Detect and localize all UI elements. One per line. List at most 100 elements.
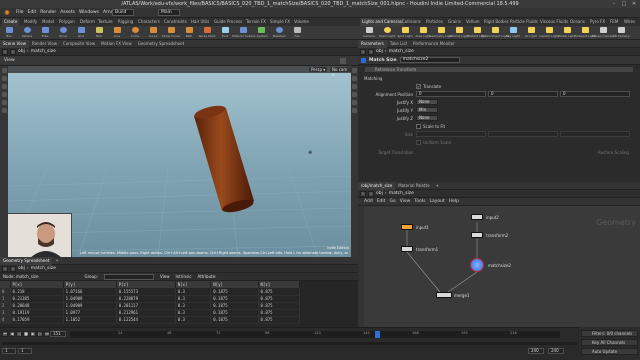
add-tab-icon[interactable]: + xyxy=(52,257,61,265)
justify-x-select[interactable]: None xyxy=(416,99,438,105)
tab-geometry-spreadsheet[interactable]: Geometry Spreadsheet xyxy=(135,40,187,48)
viewport-options-icon[interactable] xyxy=(340,58,346,64)
view-tool-icon[interactable] xyxy=(1,108,7,113)
tool-file[interactable]: File xyxy=(290,26,304,40)
key-all-button[interactable]: Key All Channels xyxy=(581,339,638,346)
tool-curve[interactable]: Curve xyxy=(146,26,160,40)
play-icon[interactable]: ▶ xyxy=(30,331,36,337)
col-index[interactable] xyxy=(0,281,11,288)
back-icon-4[interactable]: ‹ xyxy=(360,190,366,197)
tab-motion-fx-view[interactable]: Motion FX View xyxy=(98,40,135,48)
path-match-size-4[interactable]: match_size xyxy=(389,191,414,196)
tool-area-light[interactable]: Area Light xyxy=(415,26,431,40)
scale-tool-icon[interactable] xyxy=(1,92,7,97)
back-icon[interactable]: ‹ xyxy=(2,48,8,55)
table-row[interactable]: 3 0.19119 1.0977 0.212961 0.3 0.1875 0.8… xyxy=(0,309,301,317)
path-obj-3[interactable]: obj xyxy=(376,49,383,54)
tab-network-path[interactable]: /obj/match_size xyxy=(358,181,396,190)
tool-metaball[interactable]: Metaball xyxy=(272,26,286,40)
tab-scene-view[interactable]: Scene View xyxy=(0,39,29,48)
tool-line[interactable]: Line xyxy=(110,26,124,40)
shelf-tab-hair-utils[interactable]: Hair Utils xyxy=(189,18,211,26)
jump-start-icon[interactable]: ⏮ xyxy=(2,331,8,337)
scale-to-fit-checkbox[interactable] xyxy=(416,123,421,129)
shelf-tab-deform[interactable]: Deform xyxy=(78,18,97,26)
group-field[interactable] xyxy=(104,273,154,280)
tool-ambient-light[interactable]: Ambient Light xyxy=(574,26,596,40)
table-row[interactable]: 4 0.17059 1.1052 0.122544 0.3 0.1875 0.8… xyxy=(0,316,301,324)
tab-performance-monitor[interactable]: Performance Monitor xyxy=(410,40,458,48)
justify-z-select[interactable]: None xyxy=(416,115,438,121)
tab-geometry-spreadsheet-2[interactable]: Geometry Spreadsheet xyxy=(0,256,53,265)
shelf-tab-vellum[interactable]: Vellum xyxy=(464,18,482,26)
node-input2[interactable] xyxy=(471,214,483,220)
tool-spot-light[interactable]: Spot Light xyxy=(397,26,413,40)
minimize-icon[interactable]: – xyxy=(610,1,618,7)
shading-icon[interactable] xyxy=(352,92,357,97)
table-row[interactable]: 2 0.20648 1.04909 0.201117 0.3 0.1875 0.… xyxy=(0,302,301,310)
shelf-tab-constraints[interactable]: Constraints xyxy=(162,18,189,26)
tool-null[interactable]: Null xyxy=(92,26,106,40)
network-editor[interactable]: Geometry input1 transform1 transform2 in… xyxy=(364,206,640,327)
path-obj-2[interactable]: obj xyxy=(18,266,25,271)
path-match-size-2[interactable]: match_size xyxy=(31,266,56,271)
tab-parameters[interactable]: Parameters xyxy=(358,39,387,48)
frame-ruler[interactable]: 24 48 72 96 120 144 168 192 216 xyxy=(70,331,560,338)
tool-stereo-camera[interactable]: Stereo Camera xyxy=(592,26,614,40)
translate-checkbox[interactable]: ✓ xyxy=(416,83,421,89)
node-transform2[interactable] xyxy=(471,232,483,238)
align-z-field[interactable]: 0 xyxy=(560,91,630,97)
auto-update-button[interactable]: Auto Update xyxy=(581,348,638,355)
snap-icon[interactable] xyxy=(352,68,357,73)
shelf-tab-pyro-fx[interactable]: Pyro FX xyxy=(588,18,607,26)
back-icon-3[interactable]: ‹ xyxy=(360,48,366,55)
3d-viewport[interactable]: ✥ Persp ▾ No cam ▾ Left mouse tumbles. M… xyxy=(8,66,351,257)
playhead[interactable] xyxy=(375,331,380,338)
back-icon-2[interactable]: ‹ xyxy=(2,265,8,272)
justify-y-select[interactable]: Min xyxy=(416,107,438,113)
shelf-tab-viscous-fluids[interactable]: Viscous Fluids xyxy=(538,18,570,26)
shelf-tab-model[interactable]: Model xyxy=(40,18,56,26)
tool-lsystem[interactable]: L-System xyxy=(254,26,268,40)
path-obj-4[interactable]: obj xyxy=(376,191,383,196)
stop-icon[interactable]: ■ xyxy=(23,331,29,337)
tool-path[interactable]: Path xyxy=(182,26,196,40)
net-menu-help[interactable]: Help xyxy=(449,199,459,204)
net-menu-tools[interactable]: Tools xyxy=(414,199,425,204)
scene-select[interactable]: Main xyxy=(158,9,180,16)
menu-render[interactable]: Render xyxy=(38,10,58,15)
net-menu-view[interactable]: View xyxy=(400,199,411,204)
forward-icon-3[interactable]: › xyxy=(368,48,374,55)
tool-box[interactable]: Box xyxy=(2,26,16,40)
net-menu-add[interactable]: Add xyxy=(364,199,373,204)
camera-menu[interactable]: No cam ▾ xyxy=(330,67,351,77)
shelf-tab-create[interactable]: Create xyxy=(2,18,20,26)
tool-volume-light[interactable]: Volume Light xyxy=(449,26,469,40)
path-match-size[interactable]: match_size xyxy=(31,49,56,54)
node-input1[interactable] xyxy=(401,224,413,230)
play-reverse-icon[interactable]: ◁ xyxy=(16,331,22,337)
net-menu-layout[interactable]: Layout xyxy=(429,199,444,204)
tab-material-palette[interactable]: Material Palette xyxy=(395,182,432,190)
col-nz[interactable]: N[z] xyxy=(258,281,301,288)
persp-menu[interactable]: Persp ▾ xyxy=(309,67,328,72)
net-menu-go[interactable]: Go xyxy=(389,199,395,204)
forward-icon-2[interactable]: › xyxy=(10,265,16,272)
add-network-tab-icon[interactable]: + xyxy=(433,182,442,190)
uniform-scale-checkbox[interactable] xyxy=(416,139,421,145)
shelf-tab-rigid-bodies[interactable]: Rigid Bodies xyxy=(482,18,511,26)
align-y-field[interactable]: 0 xyxy=(488,91,558,97)
col-py[interactable]: P[y] xyxy=(63,281,117,288)
tool-circle[interactable]: Circle xyxy=(128,26,142,40)
tool-torus[interactable]: Torus xyxy=(56,26,70,40)
tool-sky-light[interactable]: Sky Light xyxy=(506,26,520,40)
menu-edit[interactable]: Edit xyxy=(26,10,39,15)
tool-point-light[interactable]: Point Light xyxy=(379,26,395,40)
shelf-tab-particle-fluids[interactable]: Particle Fluids xyxy=(508,18,540,26)
tool-vr-camera[interactable]: VR Camera xyxy=(613,26,629,40)
shelf-tab-texture[interactable]: Texture xyxy=(96,18,115,26)
shelf-tab-particles[interactable]: Particles xyxy=(424,18,445,26)
col-pz[interactable]: P[z] xyxy=(116,281,176,288)
shelf-tab-oceans[interactable]: Oceans xyxy=(568,18,587,26)
table-row[interactable]: 0 0.218 1.07166 0.155573 0.3 0.1875 0.87… xyxy=(0,288,301,296)
